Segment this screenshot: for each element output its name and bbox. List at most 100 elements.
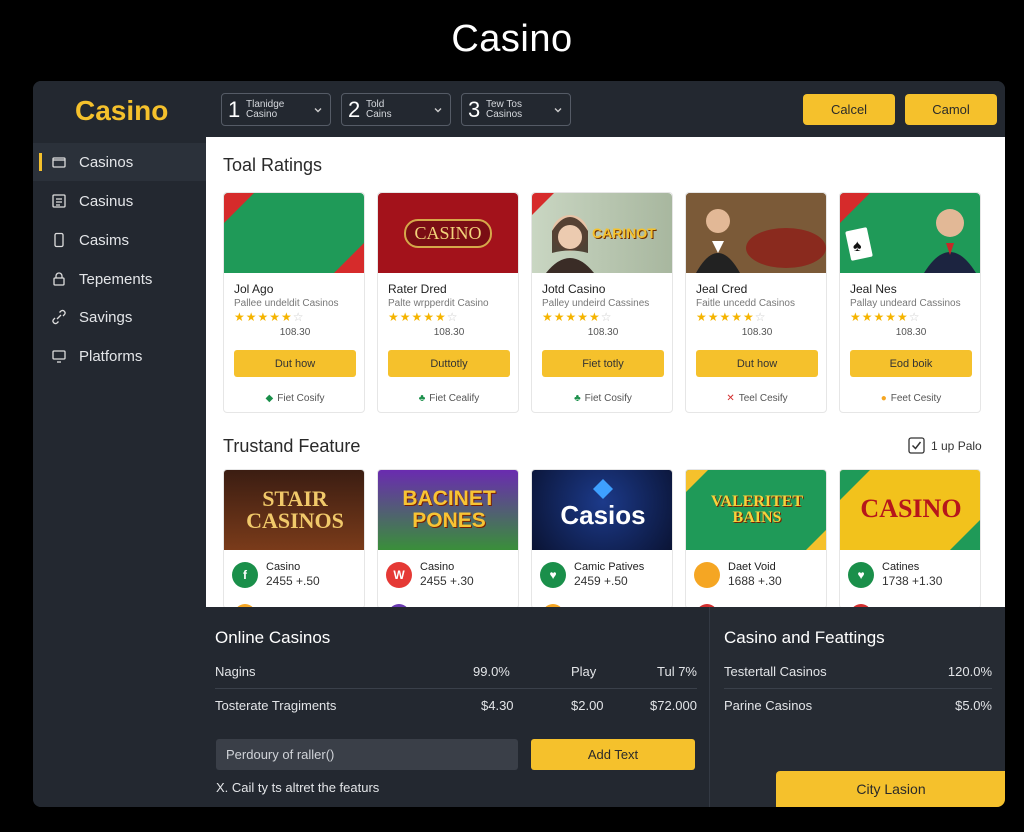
table-cell: $2.00 (571, 698, 604, 713)
sidebar-item-label: Casinus (79, 192, 134, 210)
selector-1[interactable]: 1 Tlanidge Casino (221, 93, 331, 126)
rating-card[interactable]: Jeal Cred Faitle uncedd Casinos ★★★★★☆ 1… (685, 192, 827, 413)
card-subtitle: Palley undeird Cassines (542, 298, 650, 309)
page-title: Casino (451, 18, 573, 60)
selector-2[interactable]: 2 Told Cains (341, 93, 451, 126)
svg-text:♠: ♠ (853, 238, 862, 255)
online-casinos-panel: Online Casinos Nagins 99.0% Play Tul 7% … (206, 607, 709, 807)
sidebar-item-casinus[interactable]: Casinus (33, 182, 206, 220)
card-image-text: VALERITET (710, 493, 804, 510)
table-cell: 120.0% (947, 664, 992, 679)
checkbox-checked-icon (908, 437, 925, 454)
card-footer: ♣ Fiet Cosify (574, 393, 632, 404)
sidebar-item-tepements[interactable]: Tepements (33, 260, 206, 298)
table-row: Testertall Casinos 120.0% (724, 655, 992, 689)
card-subtitle: Pallay undeard Cassinos (850, 298, 961, 309)
selector-3[interactable]: 3 Tew Tos Casinos (461, 93, 571, 126)
monitor-icon (52, 350, 66, 363)
featured-card[interactable]: CASINO ♥ Catines 1738 +1.30 (839, 469, 981, 609)
table-cell: Testertall Casinos (724, 664, 827, 679)
logo: Casino (75, 95, 169, 126)
table-cell: Tosterate Tragiments (215, 698, 337, 713)
card-image-text: CASINOS (246, 508, 344, 533)
card-value: 108.30 (433, 327, 465, 338)
sidebar-item-label: Tepements (79, 270, 153, 288)
card-title: Jotd Casino (542, 282, 606, 296)
card-footer: ◆ Fiet Cosify (265, 393, 325, 404)
chip-icon: ● (880, 393, 887, 404)
rating-card[interactable]: CASINO Rater Dred Palte wrpperdit Casino… (377, 192, 519, 413)
card-title: Casino (266, 561, 301, 573)
sidebar-item-label: Casims (79, 231, 130, 249)
card-image-text: BACINET (402, 487, 496, 510)
sidebar-item-casinos[interactable]: Casinos (33, 143, 206, 181)
featured-card[interactable]: BACINET PONES W Casino 2455 +.30 (377, 469, 519, 609)
sidebar-item-platforms[interactable]: Platforms (33, 337, 206, 375)
selector-number: 1 (228, 96, 241, 122)
card-image: CASINO (378, 193, 518, 273)
featured-card[interactable]: VALERITET BAINS Daet Void 1688 +.30 (685, 469, 827, 609)
brand-icon: f (232, 562, 258, 588)
selector-group: 1 Tlanidge Casino 2 Told Cains 3 Tew Tos Ca… (221, 93, 571, 126)
sidebar-item-savings[interactable]: Savings (33, 298, 206, 336)
card-button[interactable]: Eod boik (850, 350, 972, 377)
card-title: Rater Dred (388, 282, 447, 296)
city-lasion-button[interactable]: City Lasion (776, 771, 1005, 807)
card-value: 2455 +.30 (420, 574, 474, 588)
rating-card[interactable]: Jol Ago Pallee undeldit Casinos ★★★★★☆ 1… (223, 192, 365, 413)
table-cell: 99.0% (473, 664, 510, 679)
card-image-text: CASINO (860, 494, 962, 523)
star-rating: ★★★★★☆ (234, 310, 305, 324)
section-title-ratings: Toal Ratings (223, 155, 323, 175)
featured-card[interactable]: Casios ♥ Camic Patives 2459 +.50 (531, 469, 673, 609)
card-image: Casios (532, 470, 672, 550)
panel-title: Online Casinos (215, 628, 331, 647)
add-text-button[interactable]: Add Text (531, 739, 695, 770)
diamond-icon (593, 479, 613, 499)
star-rating: ★★★★★☆ (850, 310, 921, 324)
table-cell: Tul 7% (657, 664, 697, 679)
card-image: CARINOT (532, 193, 672, 273)
card-value: 108.30 (587, 327, 619, 338)
table-row: Tosterate Tragiments $4.30 $2.00 $72.000 (215, 689, 697, 723)
card-button[interactable]: Dut how (234, 350, 356, 377)
card-button[interactable]: Fiet totly (542, 350, 664, 377)
sidebar: Casinos Casinus Casims Tepements Savings… (33, 137, 206, 807)
table-cell: $72.000 (650, 698, 697, 713)
card-button[interactable]: Dut how (696, 350, 818, 377)
checkbox-label: 1 up Palo (931, 438, 982, 453)
panel-title: Casino and Feattings (724, 628, 885, 647)
selector-number: 2 (348, 96, 361, 122)
sidebar-item-casims[interactable]: Casims (33, 221, 206, 259)
diamond-icon: ◆ (265, 393, 274, 404)
section-title-featured: Trustand Feature (223, 436, 361, 456)
card-image: BACINET PONES (378, 470, 518, 550)
table-row: Parine Casinos $5.0% (724, 689, 992, 723)
sidebar-item-label: Platforms (79, 347, 143, 365)
casino-features-panel: Casino and Feattings Testertall Casinos … (709, 607, 1005, 807)
card-button[interactable]: Duttotly (388, 350, 510, 377)
star-rating: ★★★★★☆ (388, 310, 459, 324)
cancel-button[interactable]: Calcel (803, 94, 895, 125)
rating-card[interactable]: CARINOT Jotd Casino Palley undeird Cassi… (531, 192, 673, 413)
card-image-text: Casios (560, 500, 646, 530)
brand-icon: ♥ (540, 562, 566, 588)
featured-card[interactable]: STAIR CASINOS f Casino 2455 +.50 (223, 469, 365, 609)
card-title: Catines (882, 561, 920, 573)
featured-checkbox[interactable]: 1 up Palo (908, 437, 982, 454)
selector-label: Told Cains (366, 98, 392, 120)
card-image-text: BAINS (732, 509, 782, 526)
card-footer: ♣ Fiet Cealify (418, 393, 480, 404)
star-rating: ★★★★★☆ (542, 310, 613, 324)
camol-button[interactable]: Camol (905, 94, 997, 125)
text-input[interactable]: Perdoury of raller() (216, 739, 518, 770)
card-title: Casino (420, 561, 455, 573)
card-image: VALERITET BAINS (686, 470, 826, 550)
card-image-text: CARINOT (592, 225, 656, 241)
card-image: STAIR CASINOS (224, 470, 364, 550)
rating-card[interactable]: ♠ Jeal Nes Pallay undeard Cassinos ★★★★★… (839, 192, 981, 413)
card-image: CASINO (840, 470, 980, 550)
selector-label: Tlanidge Casino (246, 98, 285, 120)
card-footer: ✕ Teel Cesify (726, 393, 788, 404)
table-cell: $5.0% (955, 698, 992, 713)
